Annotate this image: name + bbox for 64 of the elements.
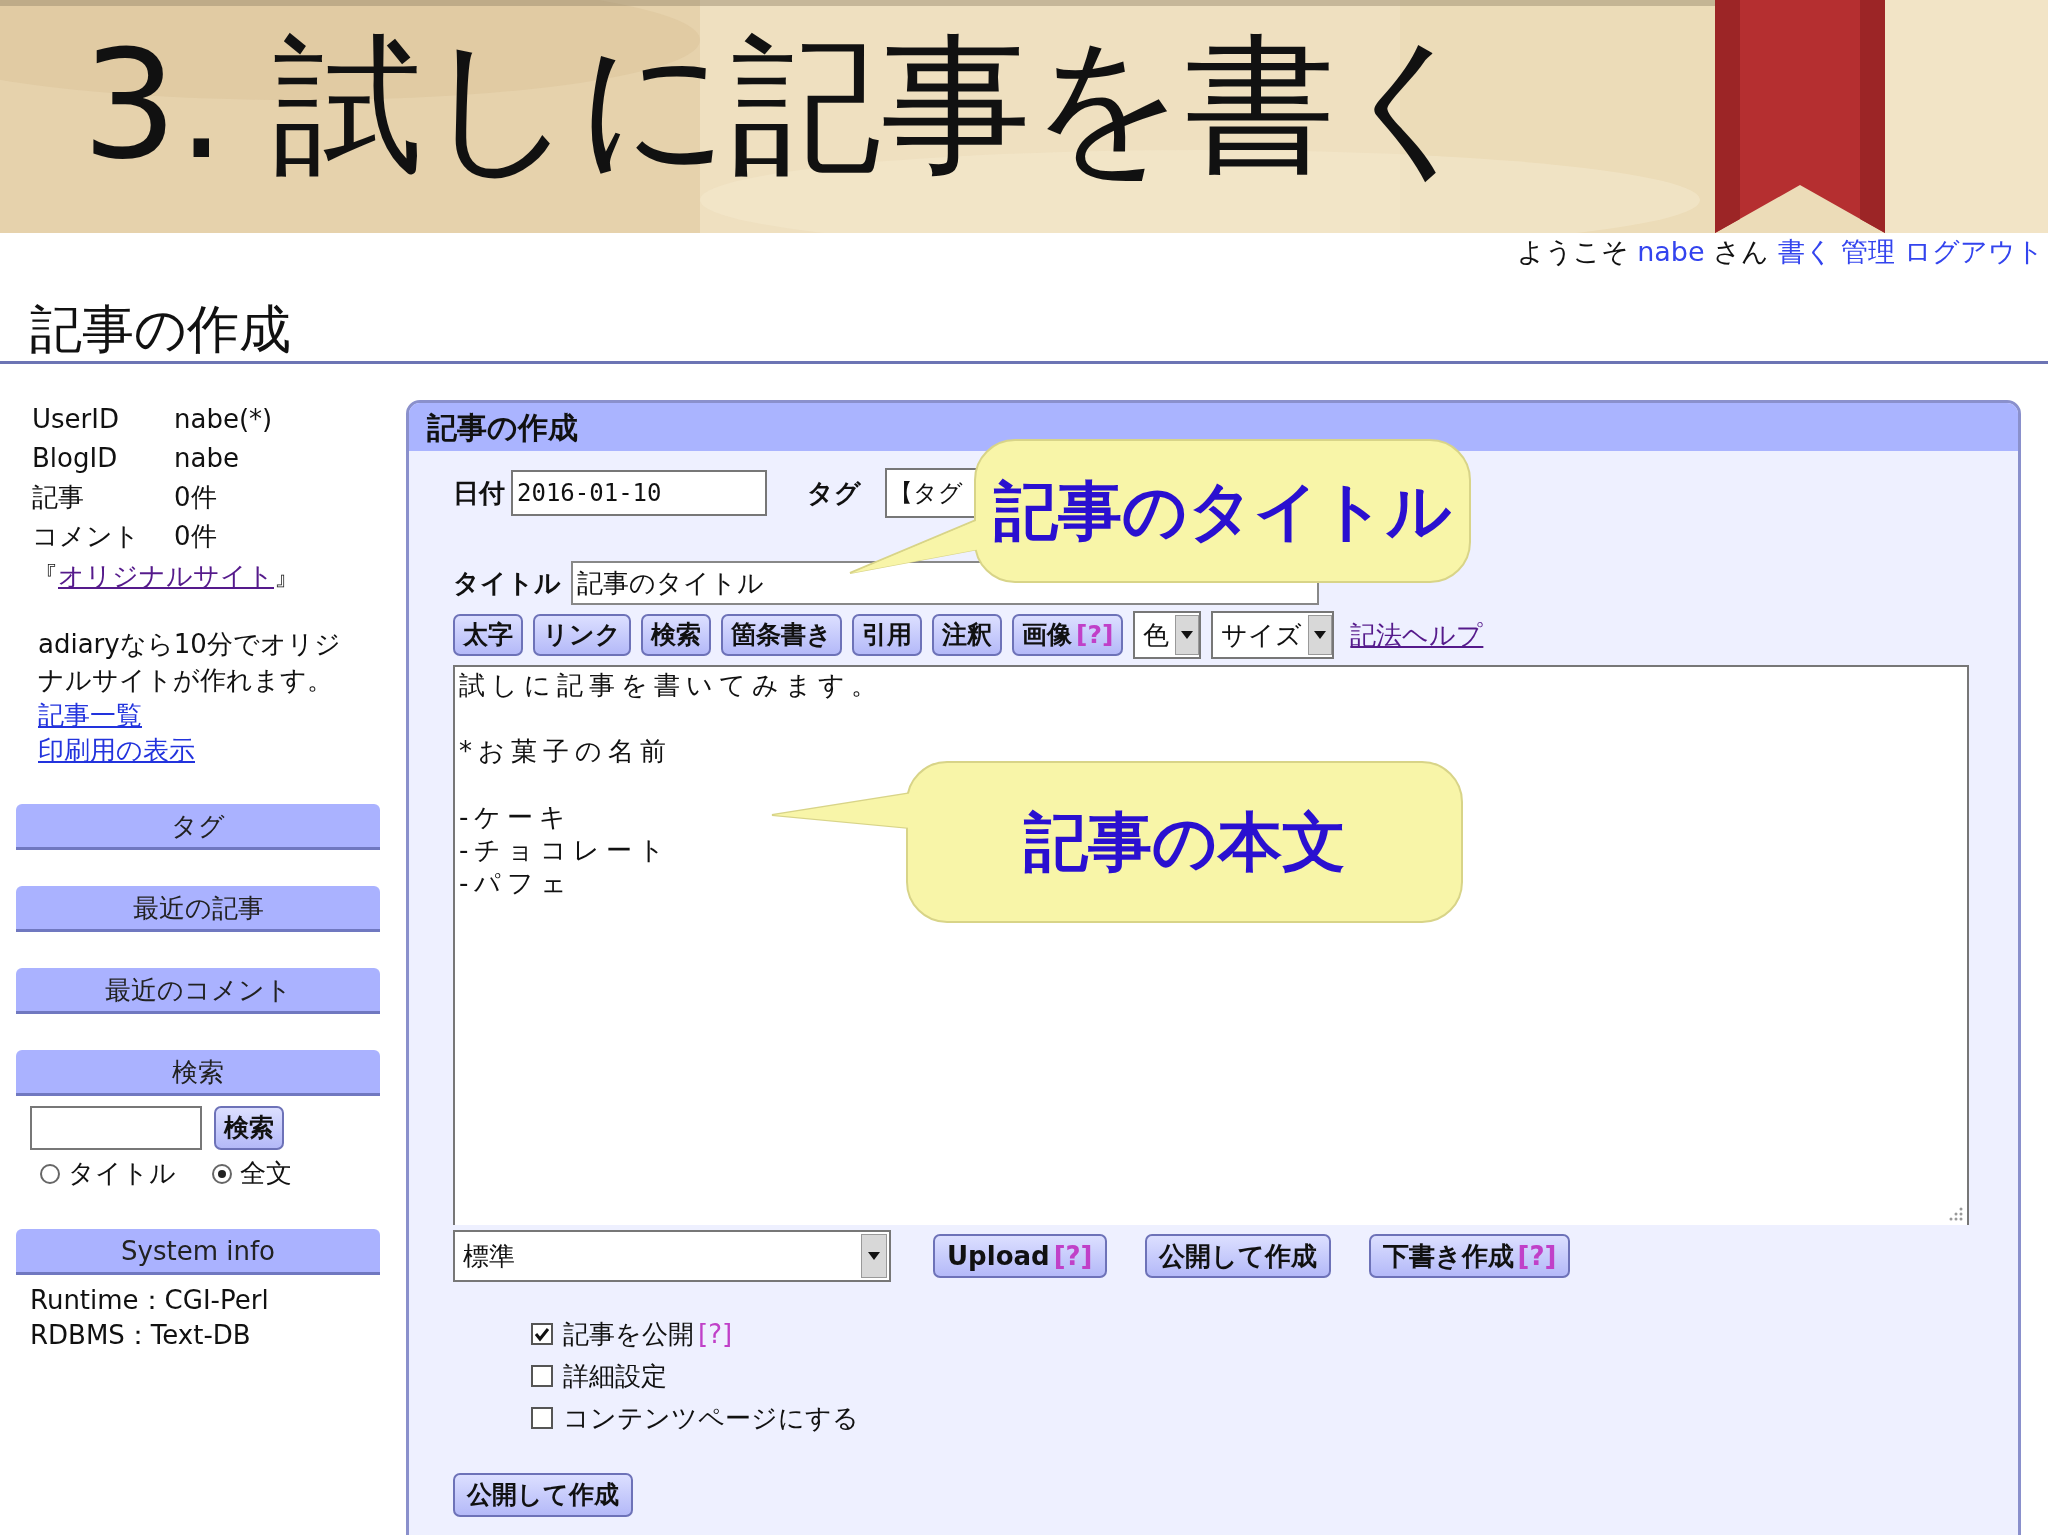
info-label: コメント xyxy=(32,520,141,553)
section-header: 検索 xyxy=(16,1050,380,1096)
panel-title: 記事の作成 xyxy=(427,408,578,447)
checkbox-label: 詳細設定 xyxy=(563,1359,667,1393)
radio-button[interactable] xyxy=(40,1163,60,1184)
submit-button[interactable]: 公開して作成 xyxy=(453,1473,633,1517)
action-button[interactable]: 公開して作成 xyxy=(1144,1234,1331,1278)
info-value: nabe xyxy=(174,442,239,475)
section-header: タグ xyxy=(16,804,380,850)
toolbar-button[interactable]: 検索 xyxy=(641,614,711,656)
page-heading: 記事の作成 xyxy=(30,303,291,355)
toolbar-button[interactable]: 注釈 xyxy=(932,614,1002,656)
checkbox-label: 記事を公開[?] xyxy=(563,1317,733,1351)
dropdown-arrow-icon xyxy=(868,1252,880,1260)
date-field[interactable]: 2016-01-10 xyxy=(511,470,767,516)
toolbar-button[interactable]: 画像 [?] xyxy=(1012,614,1124,656)
action-button[interactable]: Upload[?] xyxy=(933,1234,1107,1278)
checkbox[interactable] xyxy=(531,1365,553,1387)
section-header: System info xyxy=(16,1229,380,1275)
toolbar-button[interactable]: 箇条書き xyxy=(721,614,842,656)
search-field[interactable] xyxy=(30,1106,202,1150)
radio-label: 全文 xyxy=(240,1157,292,1190)
sidebar-link[interactable]: 記事一覧 xyxy=(32,698,142,733)
toolbar-button[interactable]: 太字 xyxy=(453,614,523,656)
tag-label: タグ xyxy=(807,476,861,510)
info-label: BlogID xyxy=(32,442,119,475)
nav-link[interactable]: 書く xyxy=(1777,236,1833,267)
resize-grip-icon xyxy=(1947,1205,1963,1221)
info-value: 0件 xyxy=(174,520,217,553)
callout-text: 記事の本文 xyxy=(1023,810,1346,874)
nav-link[interactable]: ログアウト xyxy=(1904,236,2044,267)
toolbar-select[interactable]: 色 xyxy=(1133,611,1202,659)
site-link-text: 『オリジナルサイト』 xyxy=(32,560,300,593)
dropdown-arrow-icon xyxy=(1181,631,1194,639)
original-site-link[interactable]: オリジナルサイト xyxy=(58,561,274,591)
checkbox[interactable] xyxy=(531,1323,553,1345)
info-value: 0件 xyxy=(174,481,217,514)
section-header: 最近の記事 xyxy=(16,886,380,932)
section-header: 最近のコメント xyxy=(16,968,380,1014)
toolbar-button[interactable]: 引用 xyxy=(852,614,922,656)
toolbar-select[interactable]: サイズ xyxy=(1211,611,1335,659)
info-label: UserID xyxy=(32,403,120,436)
dropdown-arrow-icon xyxy=(1314,631,1327,639)
description-text: adiaryなら10分でオリジナルサイトが作れます。 xyxy=(37,628,342,697)
system-info-text: RDBMS：Text-DB xyxy=(30,1319,252,1352)
user-link[interactable]: nabe xyxy=(1637,236,1705,267)
radio-label: タイトル xyxy=(68,1157,176,1190)
checkbox[interactable] xyxy=(531,1407,553,1429)
action-button[interactable]: 下書き作成[?] xyxy=(1368,1234,1571,1278)
checkbox-label: コンテンツページにする xyxy=(563,1401,859,1435)
format-select[interactable]: 標準 xyxy=(453,1230,891,1282)
system-info-text: Runtime：CGI-Perl xyxy=(30,1284,270,1317)
welcome-text: ようこそ nabe さん 書く 管理 ログアウト xyxy=(1516,235,2044,269)
nav-link[interactable]: 管理 xyxy=(1841,236,1896,267)
sidebar-link[interactable]: 印刷用の表示 xyxy=(32,733,195,768)
title-label: タイトル xyxy=(453,566,561,600)
search-button[interactable]: 検索 xyxy=(214,1106,284,1150)
slide-title: 3. 試しに記事を書く xyxy=(82,30,1489,180)
syntax-help-link[interactable]: 記法ヘルプ xyxy=(1350,615,1484,655)
radio-button[interactable] xyxy=(212,1163,232,1184)
info-label: 記事 xyxy=(32,481,85,514)
toolbar-button[interactable]: リンク xyxy=(533,614,631,656)
info-value: nabe(*) xyxy=(174,403,273,436)
date-label: 日付 xyxy=(453,476,505,510)
